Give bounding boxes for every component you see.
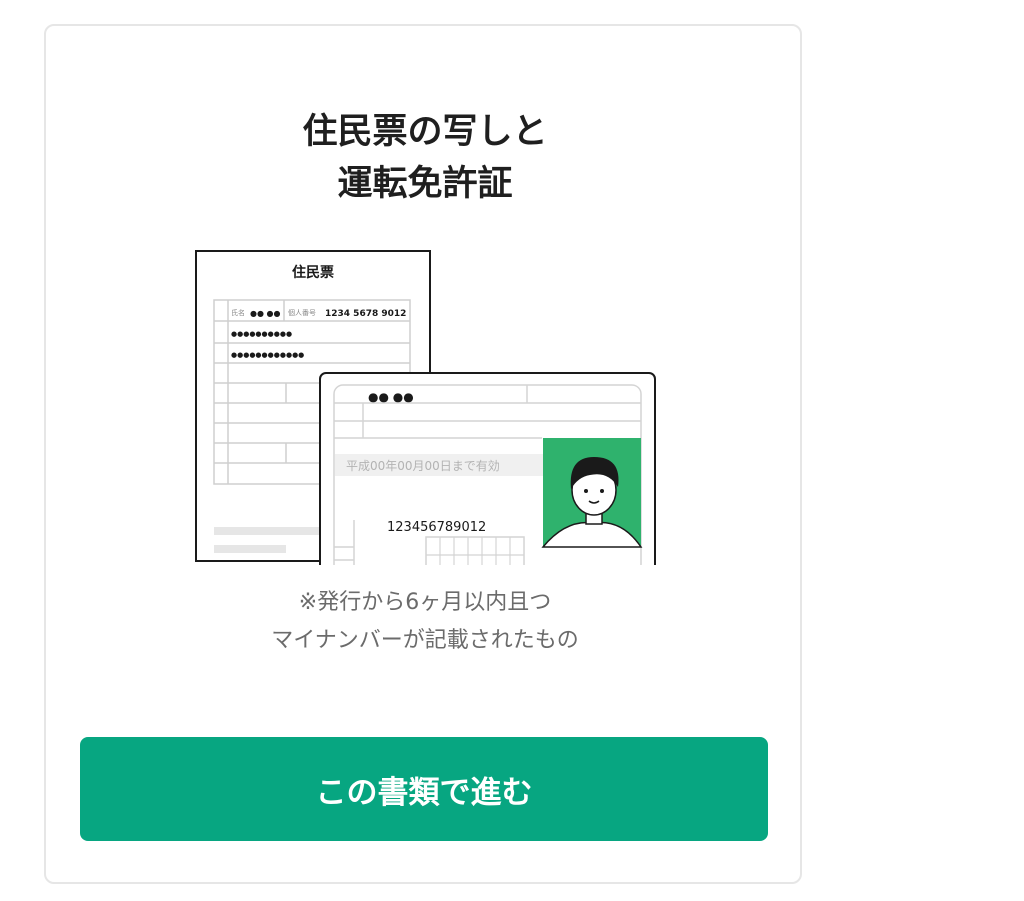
resident-name-value: ●● ●● <box>250 309 280 318</box>
resident-dots-row2: ●●●●●●●●●●●● <box>231 351 304 359</box>
note-line2: マイナンバーが記載されたもの <box>271 628 579 653</box>
proceed-with-document-button[interactable]: この書類で進む <box>80 737 768 841</box>
card-title-line1: 住民票の写しと <box>302 112 548 152</box>
resident-number-value: 1234 5678 9012 <box>325 309 406 319</box>
license-number: 123456789012 <box>387 520 486 535</box>
card-title: 住民票の写しと 運転免許証 <box>46 106 804 210</box>
resident-number-label: 個人番号 <box>288 308 316 317</box>
card-title-line2: 運転免許証 <box>337 164 513 204</box>
license-photo <box>541 438 643 548</box>
resident-name-label: 氏名 <box>231 308 245 317</box>
resident-doc-heading: 住民票 <box>292 264 334 281</box>
document-requirement-note: ※発行から6ヶ月以内且つ マイナンバーが記載されたもの <box>46 584 804 660</box>
resident-dots-row1: ●●●●●●●●●● <box>231 330 292 338</box>
documents-illustration: 住民票 氏名 ●● ●● 個人番号 1234 5678 9012 ●●●●●●●… <box>195 250 656 565</box>
drivers-license-card: ●● ●● 平成00年00月00日まで有効 123456789012 <box>319 372 656 565</box>
license-name-dots: ●● ●● <box>368 390 414 404</box>
note-line1: ※発行から6ヶ月以内且つ <box>298 590 552 615</box>
license-validity-text: 平成00年00月00日まで有効 <box>346 458 500 473</box>
document-option-card: 住民票の写しと 運転免許証 住民票 氏名 ●● ●● 個人番号 1234 567… <box>44 24 802 884</box>
